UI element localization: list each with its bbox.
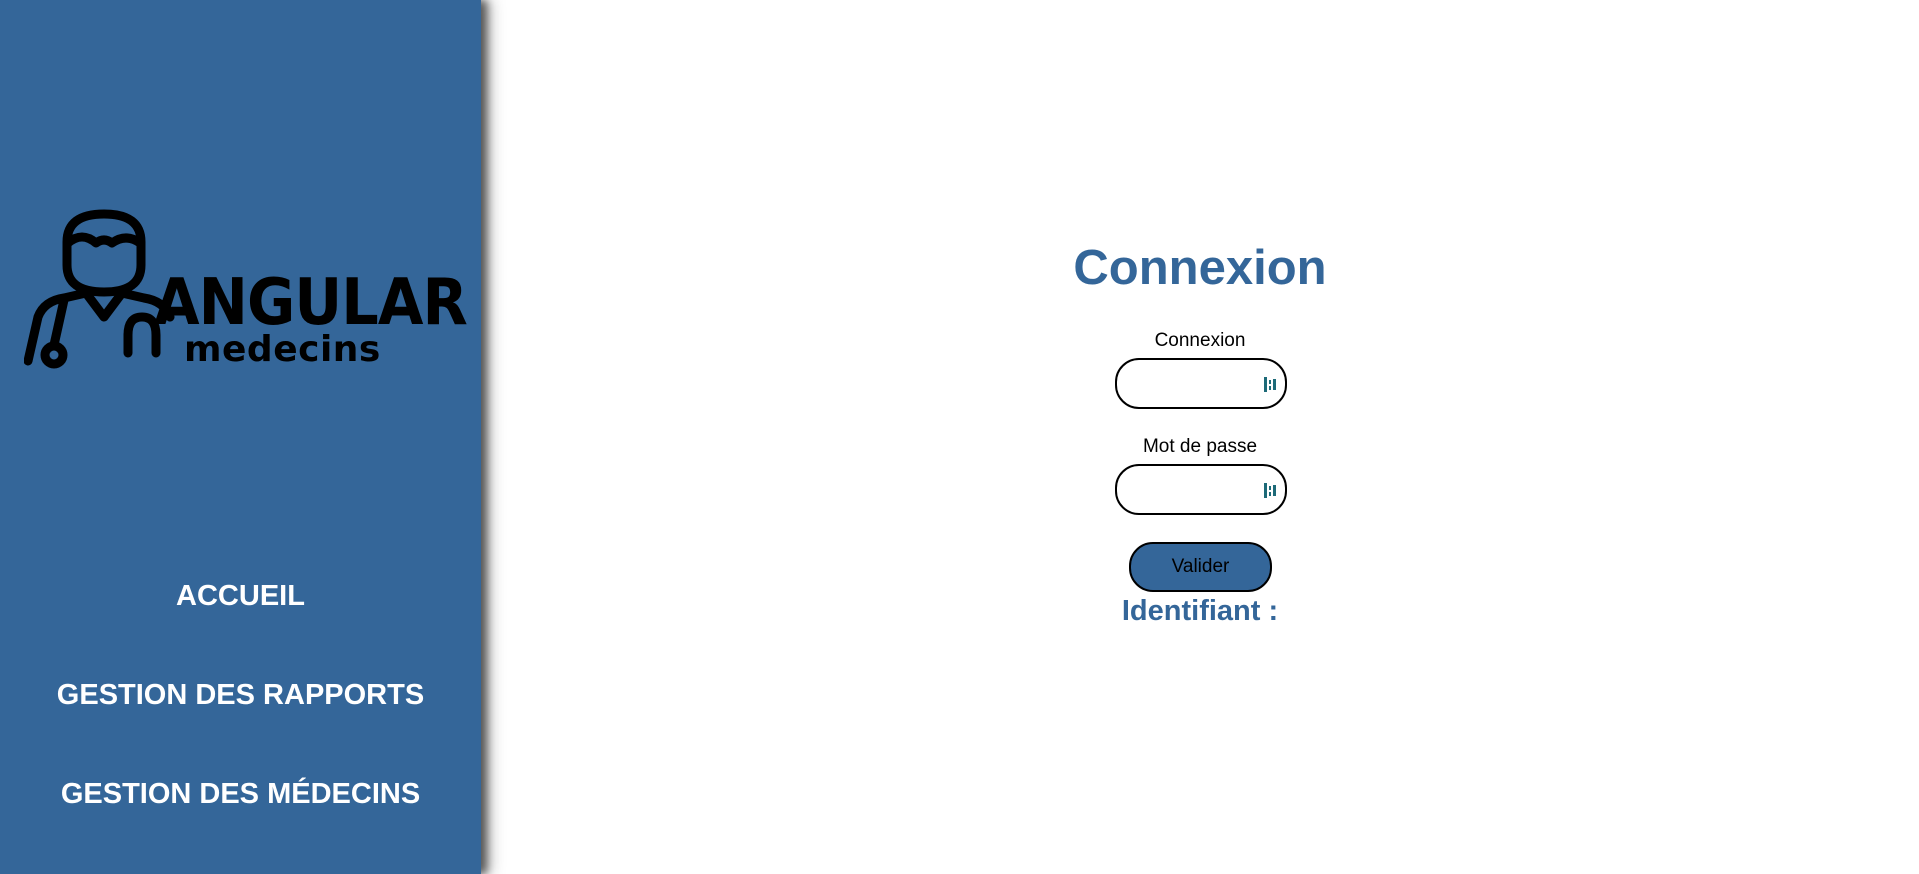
logo[interactable]: ANGULAR medecins [24, 205, 468, 375]
main-content: Connexion Connexion Mot de passe Valider… [481, 0, 1919, 874]
nav-item-gestion-rapports[interactable]: GESTION DES RAPPORTS [0, 679, 481, 712]
logo-title: ANGULAR [154, 266, 468, 340]
password-manager-key-icon[interactable] [1263, 375, 1278, 394]
login-field[interactable] [1115, 358, 1287, 409]
identifier-text: Identifiant : [1121, 595, 1279, 627]
password-input[interactable] [1131, 476, 1255, 506]
password-manager-key-icon[interactable] [1263, 481, 1278, 500]
password-field[interactable] [1115, 464, 1287, 515]
password-label: Mot de passe [1142, 436, 1258, 457]
logo-subtitle: medecins [184, 329, 381, 370]
sidebar: ANGULAR medecins ACCUEIL GESTION DES RAP… [0, 0, 481, 874]
login-label: Connexion [1154, 330, 1246, 351]
page-title: Connexion [1073, 241, 1327, 295]
login-input[interactable] [1131, 370, 1255, 400]
nav-item-gestion-medecins[interactable]: GESTION DES MÉDECINS [0, 778, 481, 811]
nav-item-accueil[interactable]: ACCUEIL [0, 580, 481, 613]
submit-button[interactable]: Valider [1129, 542, 1272, 592]
